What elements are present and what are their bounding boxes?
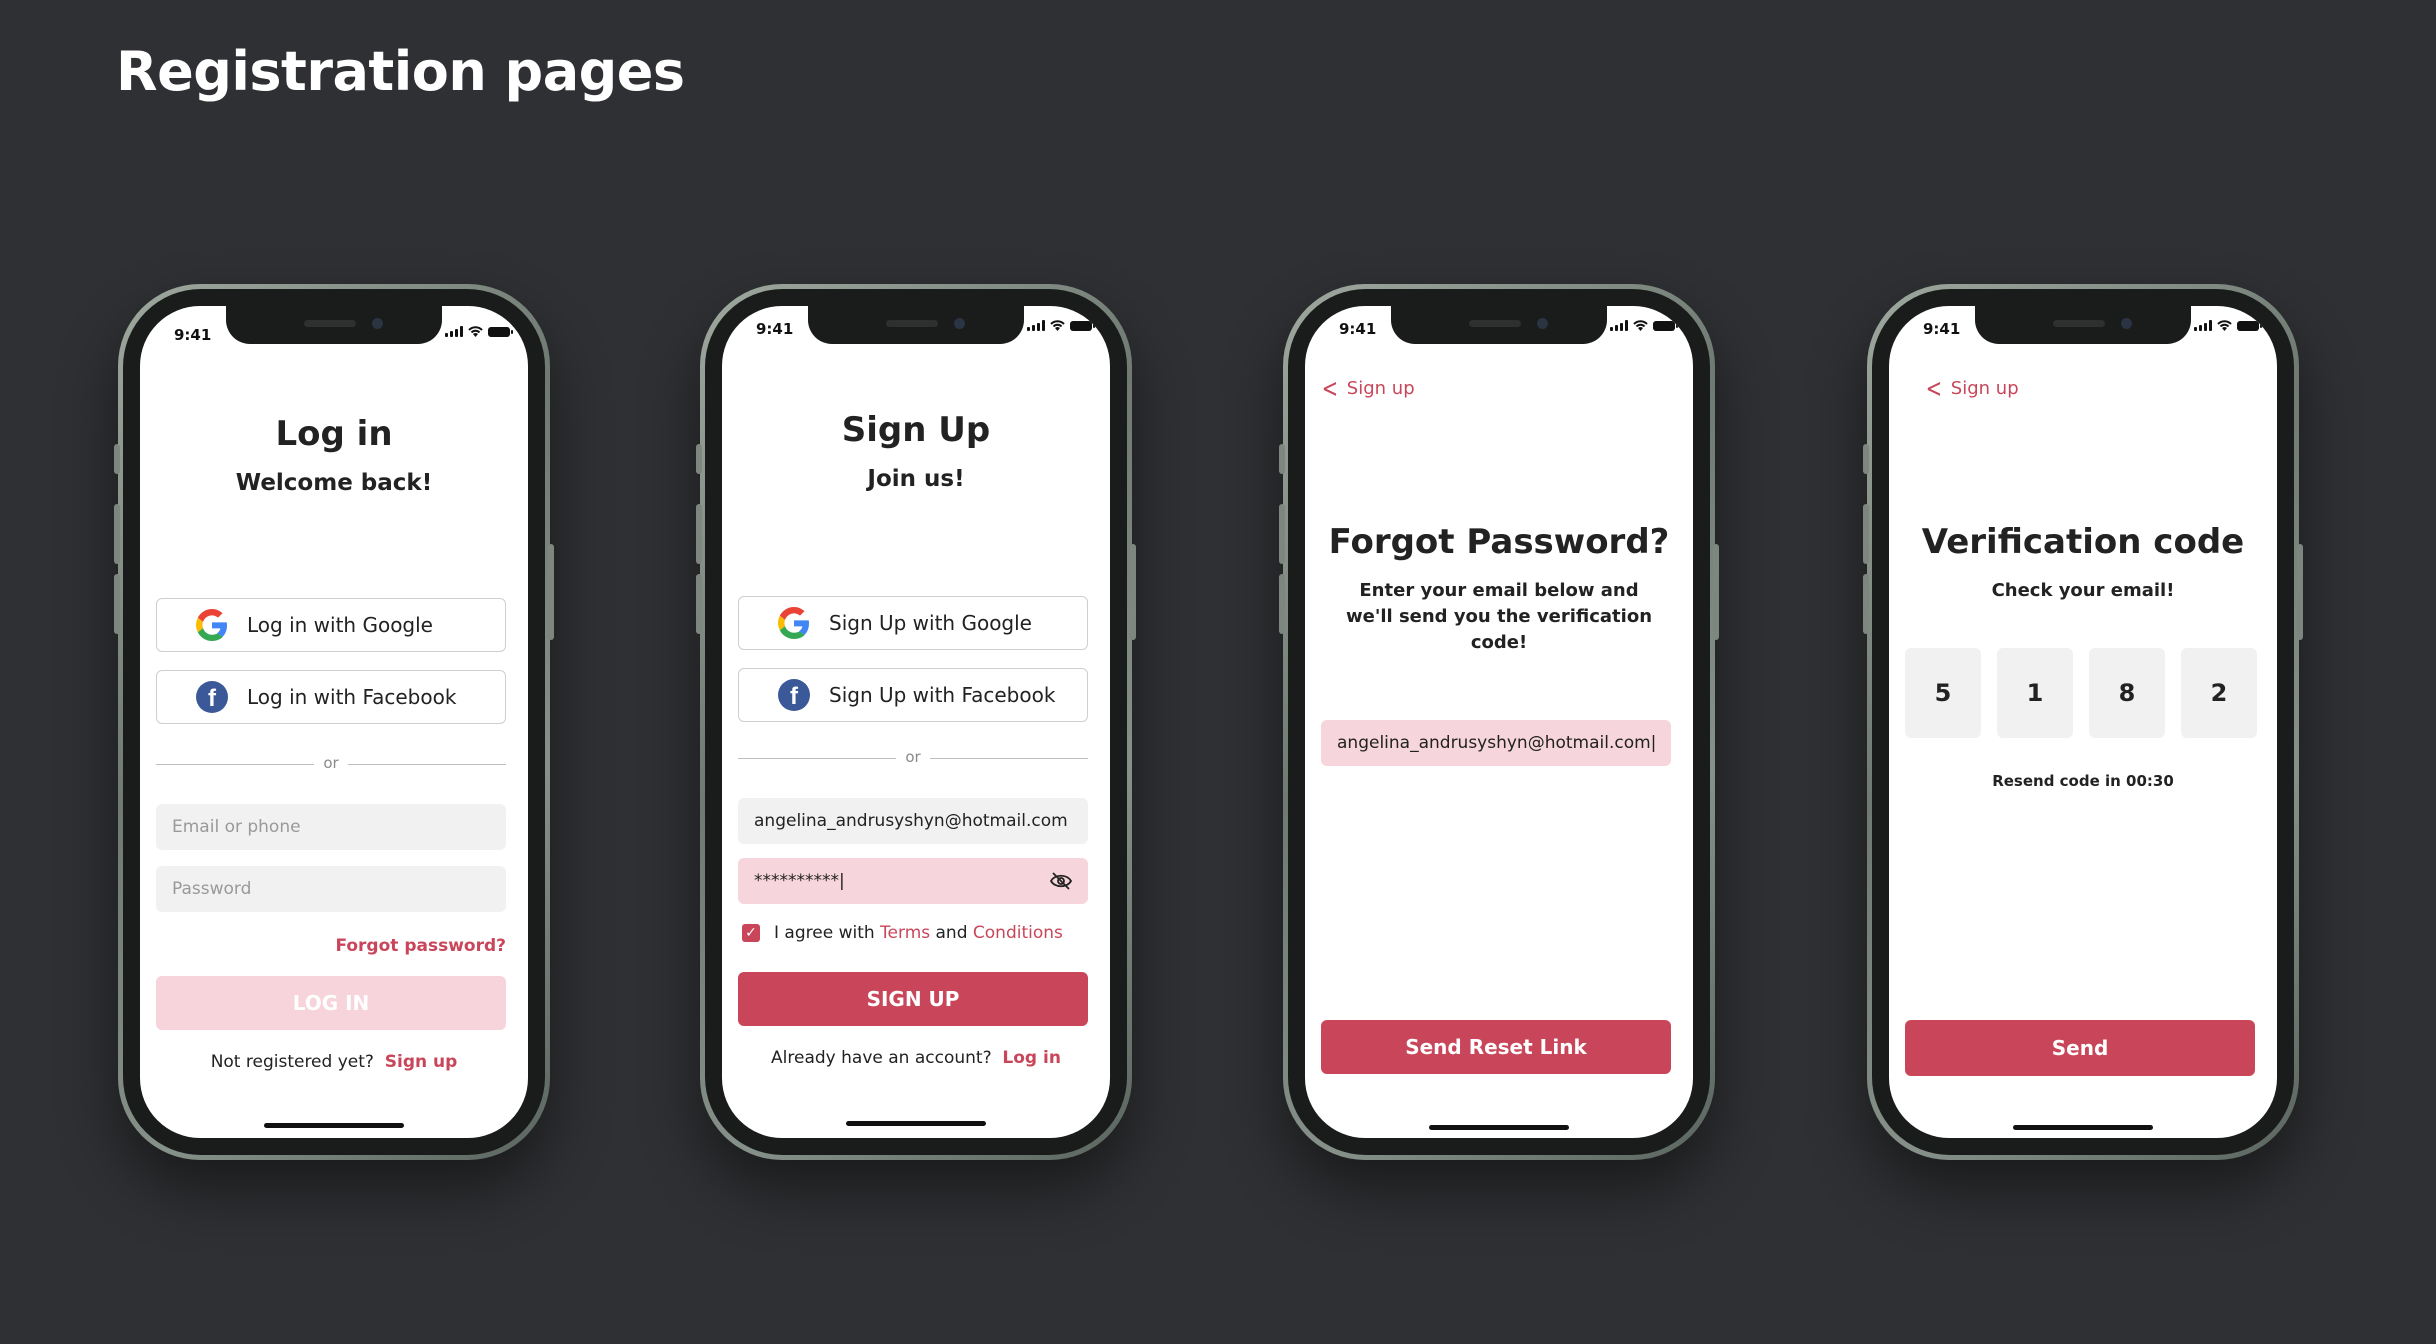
login-facebook-button[interactable]: f Log in with Facebook: [156, 670, 506, 724]
forgot-screen: 9:41 < Sign up Forgot Password? Enter yo…: [1305, 306, 1693, 1138]
terms-link[interactable]: Terms: [880, 923, 930, 943]
facebook-icon: f: [195, 680, 229, 714]
send-reset-link-button[interactable]: Send Reset Link: [1321, 1020, 1671, 1074]
chevron-left-icon: <: [1321, 373, 1339, 404]
back-label: Sign up: [1950, 378, 2019, 399]
login-subtitle: Welcome back!: [235, 470, 433, 496]
status-time: 9:41: [1339, 320, 1377, 338]
forgot-title: Forgot Password?: [1328, 522, 1670, 562]
signal-icon: [445, 326, 463, 337]
google-icon: [777, 606, 811, 640]
wifi-icon: [1050, 320, 1065, 331]
signal-icon: [1610, 320, 1628, 331]
signup-footer: Already have an account? Log in: [722, 1048, 1110, 1068]
login-password-input[interactable]: Password: [156, 866, 506, 912]
signup-link[interactable]: Sign up: [385, 1052, 458, 1072]
back-button[interactable]: < Sign up: [1319, 373, 1415, 404]
login-button[interactable]: LOG IN: [156, 976, 506, 1030]
login-footer-text: Not registered yet?: [210, 1052, 374, 1072]
login-title: Log in: [275, 414, 393, 454]
login-or-divider: or: [156, 754, 506, 774]
status-time: 9:41: [1923, 320, 1961, 338]
signup-google-button[interactable]: Sign Up with Google: [738, 596, 1088, 650]
phone-verify: 9:41 < Sign up Verification code Check y…: [1863, 284, 2303, 1160]
signup-footer-text: Already have an account?: [771, 1048, 992, 1068]
battery-icon: [488, 326, 513, 337]
code-digit-1[interactable]: 5: [1905, 648, 1981, 738]
signal-icon: [1027, 320, 1045, 331]
wifi-icon: [2217, 320, 2232, 331]
battery-icon: [2237, 320, 2262, 331]
or-label: or: [905, 748, 921, 766]
facebook-icon: f: [777, 678, 811, 712]
battery-icon: [1070, 320, 1095, 331]
home-indicator: [264, 1123, 404, 1128]
signup-password-value: **********|: [754, 871, 845, 891]
code-digit-4[interactable]: 2: [2181, 648, 2257, 738]
login-facebook-label: Log in with Facebook: [247, 685, 457, 709]
battery-icon: [1653, 320, 1678, 331]
home-indicator: [1429, 1125, 1569, 1130]
signup-facebook-button[interactable]: f Sign Up with Facebook: [738, 668, 1088, 722]
back-label: Sign up: [1346, 378, 1415, 399]
phone-login: 9:41 Log in Welcome back! Log in with Go…: [114, 284, 554, 1160]
eye-off-icon[interactable]: [1049, 871, 1073, 896]
conditions-link[interactable]: Conditions: [973, 923, 1063, 943]
login-footer: Not registered yet? Sign up: [140, 1052, 528, 1072]
signup-title: Sign Up: [841, 410, 991, 450]
google-icon: [195, 608, 229, 642]
signup-or-divider: or: [738, 748, 1088, 768]
send-button[interactable]: Send: [1905, 1020, 2255, 1076]
agree-text: I agree with: [774, 923, 875, 943]
back-button[interactable]: < Sign up: [1923, 373, 2019, 404]
signup-subtitle: Join us!: [867, 466, 965, 492]
and-text: and: [935, 923, 968, 943]
verify-title: Verification code: [1921, 522, 2245, 562]
forgot-email-input[interactable]: angelina_andrusyshyn@hotmail.com|: [1321, 720, 1671, 766]
login-google-button[interactable]: Log in with Google: [156, 598, 506, 652]
resend-timer: Resend code in 00:30: [1992, 772, 2174, 790]
signup-google-label: Sign Up with Google: [829, 611, 1032, 635]
signup-email-input[interactable]: angelina_andrusyshyn@hotmail.com: [738, 798, 1088, 844]
code-digit-3[interactable]: 8: [2089, 648, 2165, 738]
code-digit-2[interactable]: 1: [1997, 648, 2073, 738]
signal-icon: [2194, 320, 2212, 331]
phone-forgot: 9:41 < Sign up Forgot Password? Enter yo…: [1279, 284, 1719, 1160]
status-time: 9:41: [756, 320, 794, 338]
checkbox-icon[interactable]: ✓: [742, 924, 760, 942]
wifi-icon: [1633, 320, 1648, 331]
signup-button[interactable]: SIGN UP: [738, 972, 1088, 1026]
verify-screen: 9:41 < Sign up Verification code Check y…: [1889, 306, 2277, 1138]
signup-password-input[interactable]: **********|: [738, 858, 1088, 904]
login-link[interactable]: Log in: [1002, 1048, 1061, 1068]
signup-facebook-label: Sign Up with Facebook: [829, 683, 1056, 707]
page-title: Registration pages: [116, 40, 685, 103]
status-time: 9:41: [174, 326, 212, 344]
phone-signup: 9:41 Sign Up Join us! Sign Up with Googl…: [696, 284, 1136, 1160]
forgot-password-link[interactable]: Forgot password?: [335, 936, 506, 956]
home-indicator: [846, 1121, 986, 1126]
home-indicator: [2013, 1125, 2153, 1130]
login-screen: 9:41 Log in Welcome back! Log in with Go…: [140, 306, 528, 1138]
login-google-label: Log in with Google: [247, 613, 433, 637]
wifi-icon: [468, 326, 483, 337]
login-email-input[interactable]: Email or phone: [156, 804, 506, 850]
forgot-description: Enter your email below and we'll send yo…: [1345, 580, 1653, 653]
verify-subtitle: Check your email!: [1991, 580, 2175, 601]
chevron-left-icon: <: [1925, 373, 1943, 404]
signup-screen: 9:41 Sign Up Join us! Sign Up with Googl…: [722, 306, 1110, 1138]
or-label: or: [323, 754, 339, 772]
